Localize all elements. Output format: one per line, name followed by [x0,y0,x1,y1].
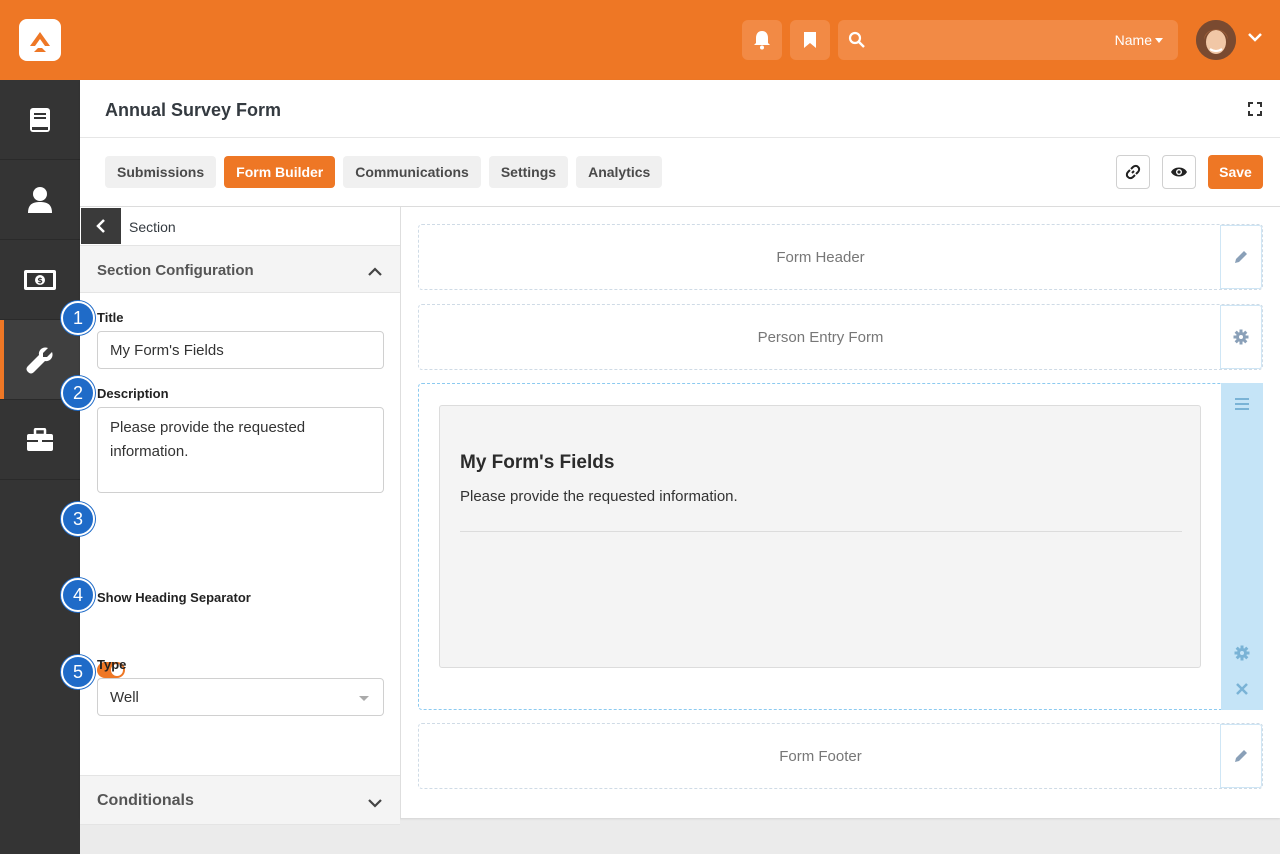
drag-handle-icon[interactable] [1234,397,1250,415]
section-configuration-header[interactable]: Section Configuration [80,245,400,293]
remove-section-close-icon[interactable] [1235,682,1249,701]
heading-separator [460,531,1182,532]
wrench-icon [26,346,53,373]
tab-settings[interactable]: Settings [488,156,569,188]
conditionals-label: Conditionals [97,792,194,809]
link-icon [1125,164,1141,180]
chevron-down-icon [368,795,382,813]
svg-text:$: $ [37,276,43,285]
chevron-left-icon [96,219,105,233]
section-config-pane: Section Section Configuration Title My F… [80,207,401,825]
chevron-down-icon[interactable] [1247,30,1263,48]
type-select-value: Well [110,689,139,706]
title-field[interactable]: My Form's Fields [97,331,384,369]
tab-bar: Submissions Form Builder Communications … [105,156,663,188]
back-button[interactable] [81,208,121,244]
caret-down-icon [359,696,369,701]
tab-analytics[interactable]: Analytics [576,156,663,188]
section-settings-gear-icon[interactable] [1234,645,1250,666]
pencil-icon [1235,750,1247,762]
avatar[interactable] [1196,20,1236,60]
callout-badge-4: 4 [61,578,95,612]
search-icon [848,31,866,54]
callout-badge-5: 5 [61,655,95,689]
rock-logo-icon[interactable] [19,19,61,61]
form-header-block[interactable]: Form Header [418,224,1263,290]
person-entry-label: Person Entry Form [757,329,884,346]
person-entry-settings-button[interactable] [1220,305,1262,369]
money-icon: $ [24,269,56,290]
pencil-icon [1235,251,1247,263]
page-title: Annual Survey Form [105,100,282,120]
form-footer-label: Form Footer [779,748,862,765]
section-actions-bar [1221,383,1263,710]
callout-badge-2: 2 [61,376,95,410]
breadcrumb: Section [129,219,176,235]
description-field[interactable]: Please provide the requested information… [97,407,384,493]
conditionals-header[interactable]: Conditionals [80,775,400,825]
section-well: My Form's Fields Please provide the requ… [439,405,1201,668]
fullscreen-icon[interactable] [1248,102,1262,121]
search-scope-dropdown[interactable]: Name [1115,32,1163,48]
type-label: Type [97,657,127,672]
gear-icon [1233,329,1249,345]
header-divider [80,137,1280,138]
copy-link-button[interactable] [1116,155,1150,189]
sidebar-item-people[interactable] [0,160,80,240]
bookmark-icon[interactable] [790,20,830,60]
save-button[interactable]: Save [1208,155,1263,189]
sidebar-item-jobs[interactable] [0,400,80,480]
callout-badge-3: 3 [61,502,95,536]
caret-down-icon [1155,38,1163,43]
separator-label: Show Heading Separator [97,590,251,605]
book-icon [30,107,50,132]
top-bar: Name [0,0,1280,80]
tab-submissions[interactable]: Submissions [105,156,217,188]
section-title: My Form's Fields [460,452,615,473]
callout-badge-1: 1 [61,301,95,335]
section-configuration-label: Section Configuration [97,262,254,279]
edit-form-header-button[interactable] [1220,225,1262,289]
form-header-label: Form Header [776,249,865,266]
description-label: Description [97,386,169,401]
preview-button[interactable] [1162,155,1196,189]
person-icon [28,186,52,213]
tab-form-builder[interactable]: Form Builder [224,156,336,188]
tab-communications[interactable]: Communications [343,156,481,188]
sidebar: $ [0,80,80,854]
eye-icon [1171,167,1187,177]
form-footer-block[interactable]: Form Footer [418,723,1263,789]
section-description: Please provide the requested information… [460,488,738,505]
title-label: Title [97,310,124,325]
person-entry-block[interactable]: Person Entry Form [418,304,1263,370]
notifications-bell-icon[interactable] [742,20,782,60]
sidebar-item-content[interactable] [0,80,80,160]
search-bar[interactable]: Name [838,20,1178,60]
type-select[interactable]: Well [97,678,384,716]
chevron-up-icon [368,264,382,282]
edit-form-footer-button[interactable] [1220,724,1262,788]
briefcase-icon [27,427,53,451]
